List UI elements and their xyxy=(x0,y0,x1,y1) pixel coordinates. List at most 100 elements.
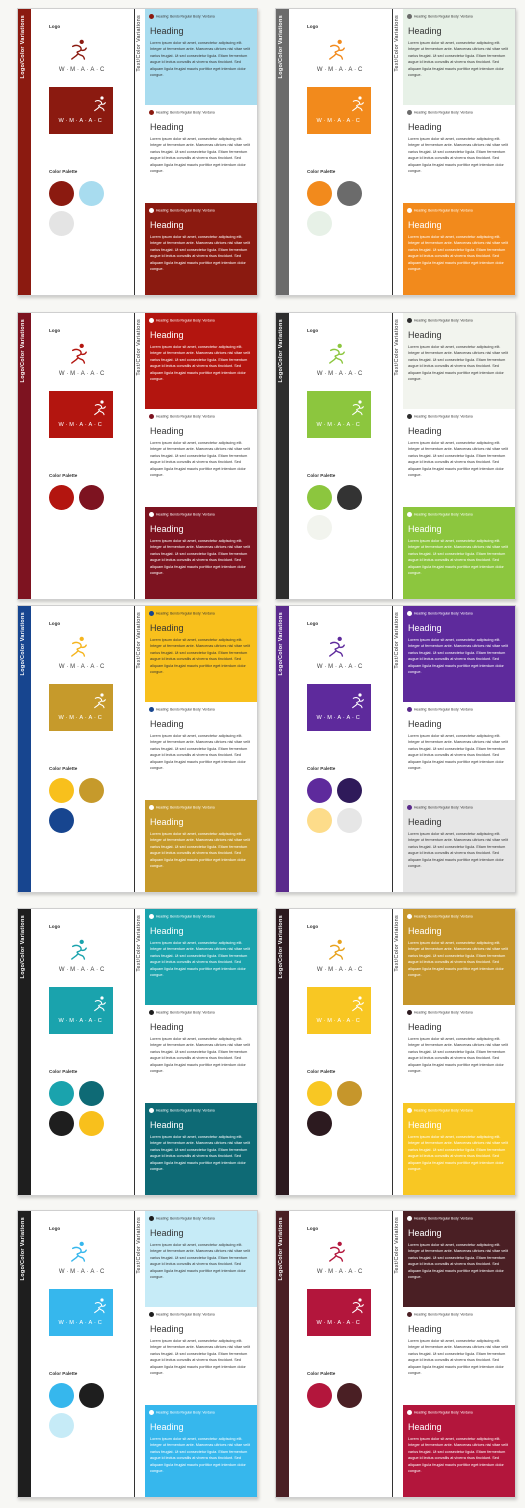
logo-section-title: Logo xyxy=(307,1226,319,1231)
font-spec-label: Heading: Bendo Regular Body: Verdana xyxy=(407,208,473,213)
color-swatch xyxy=(49,778,74,803)
panel-body-text: Lorem ipsum dolor sit amet, consectetur … xyxy=(150,235,251,272)
font-spec-text: Heading: Bendo Regular Body: Verdana xyxy=(156,805,215,810)
color-palette-title: Color Palette xyxy=(307,473,336,478)
left-color-strip: Logo/Color Variations xyxy=(276,9,289,295)
text-variation-panel: Heading: Bendo Regular Body: Verdana Head… xyxy=(403,203,515,295)
font-spec-label: Heading: Bendo Regular Body: Verdana xyxy=(407,512,473,517)
logo-wordmark: W·M·A·A·C xyxy=(316,967,365,973)
color-swatch xyxy=(79,1111,104,1136)
color-swatch xyxy=(337,1081,362,1106)
font-spec-text: Heading: Bendo Regular Body: Verdana xyxy=(414,611,473,616)
text-variation-panel: Heading: Bendo Regular Body: Verdana Head… xyxy=(145,800,257,892)
text-color-variations-label: Text/Color Variations xyxy=(136,612,142,669)
font-spec-text: Heading: Bendo Regular Body: Verdana xyxy=(414,318,473,323)
figure-logo-icon xyxy=(328,343,346,365)
variation-card: Logo/Color Variations Logo W·M·A·A·C W·M·A·… xyxy=(17,8,258,296)
logo-color-variations-label: Logo/Color Variations xyxy=(278,612,284,676)
logo-wordmark: W·M·A·A·C xyxy=(58,967,107,973)
inverted-logo-box: W·M·A·A·C xyxy=(49,987,113,1034)
panel-heading: Heading xyxy=(150,1324,184,1334)
color-swatch xyxy=(79,181,104,206)
logo-column: Logo W·M·A·A·C W·M·A·A·C Color Palette xyxy=(289,313,392,599)
logo-section-title: Logo xyxy=(49,621,61,626)
font-spec-label: Heading: Bendo Regular Body: Verdana xyxy=(149,318,215,323)
font-spec-text: Heading: Bendo Regular Body: Verdana xyxy=(414,512,473,517)
figure-logo-icon xyxy=(70,1241,88,1263)
bullet-icon xyxy=(407,1312,412,1317)
logo-color-variations-label: Logo/Color Variations xyxy=(20,319,26,383)
logo-wordmark: W·M·A·A·C xyxy=(58,67,107,73)
logo-section-title: Logo xyxy=(49,1226,61,1231)
font-spec-text: Heading: Bendo Regular Body: Verdana xyxy=(414,914,473,919)
variation-card: Logo/Color Variations Logo W·M·A·A·C W·M·A·… xyxy=(17,1210,258,1498)
bullet-icon xyxy=(149,611,154,616)
logo-color-variations-label: Logo/Color Variations xyxy=(20,612,26,676)
text-color-variations-label: Text/Color Variations xyxy=(394,319,400,376)
panel-body-text: Lorem ipsum dolor sit amet, consectetur … xyxy=(150,137,251,174)
logo-column: Logo W·M·A·A·C W·M·A·A·C Color Palette xyxy=(31,909,134,1195)
panel-heading: Heading xyxy=(150,1422,184,1432)
bullet-icon xyxy=(149,1108,154,1113)
color-palette-title: Color Palette xyxy=(307,1069,336,1074)
panel-heading: Heading xyxy=(408,926,442,936)
inverted-logo-box: W·M·A·A·C xyxy=(307,87,371,134)
bullet-icon xyxy=(407,1216,412,1221)
logo-wordmark: W·M·A·A·C xyxy=(316,371,365,377)
logo-color-variations-label: Logo/Color Variations xyxy=(20,15,26,79)
panel-body-text: Lorem ipsum dolor sit amet, consectetur … xyxy=(408,1243,509,1280)
logo-color-variations-label: Logo/Color Variations xyxy=(20,915,26,979)
panel-heading: Heading xyxy=(408,1324,442,1334)
bullet-icon xyxy=(149,914,154,919)
logo-column: Logo W·M·A·A·C W·M·A·A·C Color Palette xyxy=(289,909,392,1195)
font-spec-text: Heading: Bendo Regular Body: Verdana xyxy=(414,1312,473,1317)
text-color-variations-label: Text/Color Variations xyxy=(136,319,142,376)
logo-wordmark: W·M·A·A·C xyxy=(58,371,107,377)
color-swatch xyxy=(49,1413,74,1438)
bullet-icon xyxy=(407,512,412,517)
text-variation-panel: Heading: Bendo Regular Body: Verdana Head… xyxy=(145,1103,257,1195)
text-variation-panel: Heading: Bendo Regular Body: Verdana Head… xyxy=(403,105,515,203)
font-spec-text: Heading: Bendo Regular Body: Verdana xyxy=(414,1108,473,1113)
color-swatch xyxy=(337,181,362,206)
text-variation-panel: Heading: Bendo Regular Body: Verdana Head… xyxy=(145,1211,257,1307)
panel-body-text: Lorem ipsum dolor sit amet, consectetur … xyxy=(408,638,509,675)
logo-color-variations-label: Logo/Color Variations xyxy=(278,15,284,79)
bullet-icon xyxy=(149,805,154,810)
variation-card: Logo/Color Variations Logo W·M·A·A·C W·M·A·… xyxy=(17,908,258,1196)
font-spec-text: Heading: Bendo Regular Body: Verdana xyxy=(156,1010,215,1015)
logo-section-title: Logo xyxy=(307,328,319,333)
font-spec-label: Heading: Bendo Regular Body: Verdana xyxy=(407,1216,473,1221)
logo-color-variations-label: Logo/Color Variations xyxy=(278,319,284,383)
inverted-logo-box: W·M·A·A·C xyxy=(49,87,113,134)
panel-heading: Heading xyxy=(408,1022,442,1032)
panel-heading: Heading xyxy=(150,1228,184,1238)
left-color-strip: Logo/Color Variations xyxy=(276,909,289,1195)
font-spec-label: Heading: Bendo Regular Body: Verdana xyxy=(149,1312,215,1317)
text-variation-panel: Heading: Bendo Regular Body: Verdana Head… xyxy=(145,313,257,409)
font-spec-label: Heading: Bendo Regular Body: Verdana xyxy=(149,110,215,115)
panel-body-text: Lorem ipsum dolor sit amet, consectetur … xyxy=(408,832,509,869)
text-color-variations-label: Text/Color Variations xyxy=(136,15,142,72)
logo-wordmark-white: W·M·A·A·C xyxy=(316,1018,362,1024)
text-variation-panel: Heading: Bendo Regular Body: Verdana Head… xyxy=(145,909,257,1005)
panel-body-text: Lorem ipsum dolor sit amet, consectetur … xyxy=(150,1037,251,1074)
bullet-icon xyxy=(407,805,412,810)
logo-wordmark: W·M·A·A·C xyxy=(58,1269,107,1275)
text-variations-column: Text/Color Variations xyxy=(135,606,145,892)
inverted-logo-box: W·M·A·A·C xyxy=(307,684,371,731)
panel-heading: Heading xyxy=(408,330,442,340)
left-color-strip: Logo/Color Variations xyxy=(276,313,289,599)
font-spec-text: Heading: Bendo Regular Body: Verdana xyxy=(156,611,215,616)
panel-body-text: Lorem ipsum dolor sit amet, consectetur … xyxy=(150,41,251,78)
logo-section-title: Logo xyxy=(307,24,319,29)
bullet-icon xyxy=(407,1010,412,1015)
panel-heading: Heading xyxy=(150,1120,184,1130)
panel-body-text: Lorem ipsum dolor sit amet, consectetur … xyxy=(408,1135,509,1172)
bullet-icon xyxy=(149,707,154,712)
figure-logo-white-icon xyxy=(351,96,365,112)
text-color-variations-label: Text/Color Variations xyxy=(136,915,142,972)
logo-wordmark-white: W·M·A·A·C xyxy=(58,1320,104,1326)
bullet-icon xyxy=(149,1010,154,1015)
panel-heading: Heading xyxy=(150,524,184,534)
